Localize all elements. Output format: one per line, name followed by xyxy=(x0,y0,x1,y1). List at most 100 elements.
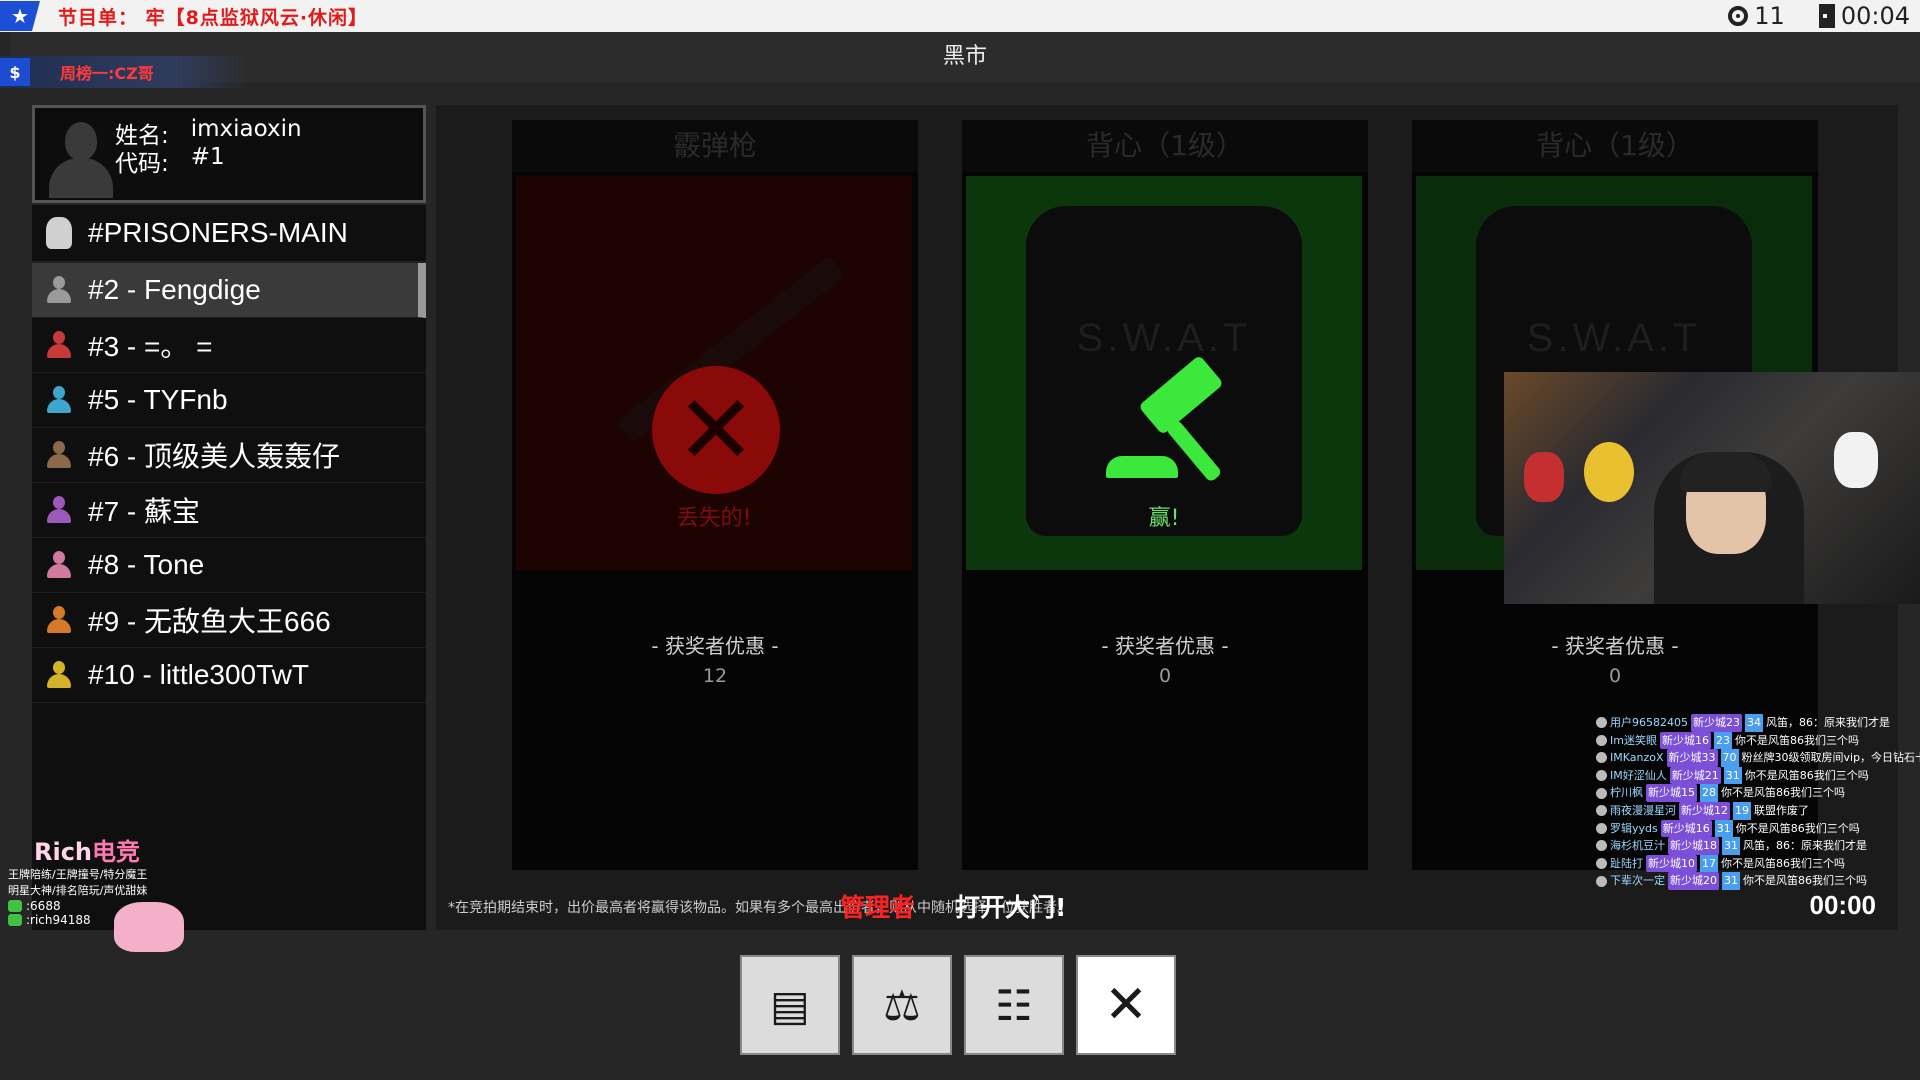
action-bar: ▤ ⚖ ☷ ✕ xyxy=(740,955,1176,1055)
avatar-icon xyxy=(45,118,115,198)
auction-card-1[interactable]: 霰弹枪 ✕ 丢失的! - 获奖者优惠 - 12 xyxy=(512,120,918,870)
chat-user: Im迷笑眼 xyxy=(1610,733,1657,747)
mascot-image xyxy=(114,902,184,952)
chat-user: 下辈次一定 xyxy=(1610,874,1665,888)
offer-value: 0 xyxy=(1608,665,1622,687)
player-icon xyxy=(46,661,72,689)
player-item[interactable]: #2 - Fengdige xyxy=(32,263,426,318)
door-icon xyxy=(1818,4,1835,28)
chat-button[interactable]: ▤ xyxy=(740,955,840,1055)
profile-code-row: 代码: #1 xyxy=(115,144,225,178)
channel-label: #PRISONERS-MAIN xyxy=(88,217,348,248)
player-item[interactable]: #8 - Tone xyxy=(32,538,426,593)
player-item[interactable]: #6 - 顶级美人轰轰仔 xyxy=(32,428,426,483)
chat-message: IMKanzoX 新少城33 70 粉丝牌30级领取房间vip，今日钻石卡 xyxy=(1596,749,1920,767)
screen-header: 黑市 xyxy=(10,32,1920,82)
chat-avatar xyxy=(1596,858,1607,870)
chat-message: 罗辑yyds 新少城16 31 你不是风笛86我们三个吗 xyxy=(1596,819,1920,838)
auction-card-2[interactable]: 背心（1级） S.W.A.T 赢! - 获奖者优惠 - 0 xyxy=(962,120,1368,870)
auction-title: 背心（1级） xyxy=(1412,120,1818,172)
player-icon xyxy=(46,331,72,359)
player-item[interactable]: #9 - 无敌鱼大王666 xyxy=(32,593,426,648)
chat-avatar xyxy=(1596,875,1607,887)
chat-text: 你不是风笛86我们三个吗 xyxy=(1735,821,1860,835)
chat-level: 31 xyxy=(1723,766,1742,785)
chat-badge: 新少城23 xyxy=(1691,714,1742,732)
chat-avatar xyxy=(1596,840,1607,852)
chat-badge: 新少城33 xyxy=(1666,749,1718,767)
sponsor-title-a: Rich xyxy=(34,838,93,866)
vest-print: S.W.A.T xyxy=(1526,316,1702,360)
banner-action: 打开大门! xyxy=(955,893,1067,922)
player-item[interactable]: #7 - 蘇宝 xyxy=(32,483,426,538)
chat-avatar xyxy=(1596,787,1607,799)
chat-badge: 新少城16 xyxy=(1659,731,1711,750)
player-label: #9 - 无敌鱼大王666 xyxy=(88,606,331,637)
winner-offer: - 获奖者优惠 - 0 xyxy=(1412,630,1818,687)
auction-title: 背心（1级） xyxy=(962,120,1368,172)
weekly-rank: $ 周榜一:CZ哥 xyxy=(0,56,250,88)
offer-label: - 获奖者优惠 - xyxy=(1101,634,1229,658)
offer-value: 0 xyxy=(1158,665,1172,687)
sponsor-line-1: 王牌陪练/王牌撞号/特分魔王 xyxy=(8,868,148,881)
gavel-icon xyxy=(1106,354,1236,486)
player-label: #3 - =。 = xyxy=(88,331,213,362)
chat-message: 柠川枫 新少城15 28 你不是风笛86我们三个吗 xyxy=(1596,784,1920,802)
sponsor-overlay: Rich电竞 王牌陪练/王牌撞号/特分魔王 明星大神/排名陪玩/声优甜妹 :66… xyxy=(4,832,184,952)
team-vote-button[interactable]: ☷ xyxy=(964,955,1064,1055)
chat-text: 你不是风笛86我们三个吗 xyxy=(1721,786,1845,800)
wechat-icon xyxy=(8,914,22,926)
offer-label: - 获奖者优惠 - xyxy=(1551,634,1679,658)
player-icon xyxy=(46,551,72,579)
chat-message: Im迷笑眼 新少城16 23 你不是风笛86我们三个吗 xyxy=(1596,731,1920,750)
offer-value: 12 xyxy=(702,665,728,687)
code-label: 代码: xyxy=(115,151,169,177)
status-indicators: 11 00:04 xyxy=(1728,0,1910,32)
chat-badge: 新少城18 xyxy=(1668,837,1719,855)
chat-level: 19 xyxy=(1733,801,1751,820)
chat-user: 海杉机豆汁 xyxy=(1610,839,1665,853)
player-label: #2 - Fengdige xyxy=(88,274,261,305)
chat-text: 你不是风笛86我们三个吗 xyxy=(1744,768,1869,782)
chat-text: 风笛，86：原来我们才是 xyxy=(1743,839,1867,853)
player-count-value: 11 xyxy=(1754,2,1785,30)
chat-message: 趾陆打 新少城10 17 你不是风笛86我们三个吗 xyxy=(1596,854,1920,873)
auction-button[interactable]: ⚖ xyxy=(852,955,952,1055)
player-item[interactable]: #10 - little300TwT xyxy=(32,648,426,703)
sponsor-title-b: 电竞 xyxy=(92,838,141,866)
program-schedule: ★ 节目单： 牢【8点监狱风云·休闲】 xyxy=(0,0,368,32)
auction-image: ✕ 丢失的! xyxy=(516,176,912,570)
chat-avatar xyxy=(1596,717,1607,729)
player-profile: 姓名: imxiaoxin 代码: #1 xyxy=(32,105,426,203)
channel-item[interactable]: #PRISONERS-MAIN xyxy=(32,205,426,263)
player-icon xyxy=(46,441,72,469)
chat-badge: 新少城20 xyxy=(1668,872,1719,890)
players-icon xyxy=(1728,6,1749,26)
sponsor-line-2: 明星大神/排名陪玩/声优甜妹 xyxy=(8,884,148,897)
qq-icon xyxy=(8,900,22,912)
player-count: 11 xyxy=(1728,2,1785,30)
shield-icon xyxy=(46,217,72,249)
chat-text: 你不是风笛86我们三个吗 xyxy=(1743,874,1867,888)
close-button[interactable]: ✕ xyxy=(1076,955,1176,1055)
player-icon xyxy=(46,386,72,414)
chat-level: 31 xyxy=(1714,819,1733,838)
chat-level: 31 xyxy=(1722,837,1740,855)
chat-text: 你不是风笛86我们三个吗 xyxy=(1721,856,1845,870)
chat-message: 用户96582405 新少城23 34 风笛，86：原来我们才是 xyxy=(1596,714,1920,732)
banner-role: 管理者 xyxy=(840,893,916,922)
chat-user: IMKanzoX xyxy=(1610,751,1664,765)
chat-text: 粉丝牌30级领取房间vip，今日钻石卡 xyxy=(1741,751,1920,765)
chat-message: 海杉机豆汁 新少城18 31 风笛，86：原来我们才是 xyxy=(1596,837,1920,855)
auction-image: S.W.A.T 赢! xyxy=(966,176,1362,570)
chat-user: 罗辑yyds xyxy=(1610,821,1658,835)
chat-user: 雨夜漫漫星河 xyxy=(1610,803,1676,817)
dollar-icon: $ xyxy=(0,58,30,86)
player-item[interactable]: #3 - =。 = xyxy=(32,318,426,373)
gavel-icon: ⚖ xyxy=(883,980,921,1030)
chat-text: 你不是风笛86我们三个吗 xyxy=(1734,733,1859,747)
chat-avatar xyxy=(1596,805,1607,817)
player-item[interactable]: #5 - TYFnb xyxy=(32,373,426,428)
player-label: #8 - Tone xyxy=(88,549,205,580)
chat-avatar xyxy=(1596,822,1607,834)
